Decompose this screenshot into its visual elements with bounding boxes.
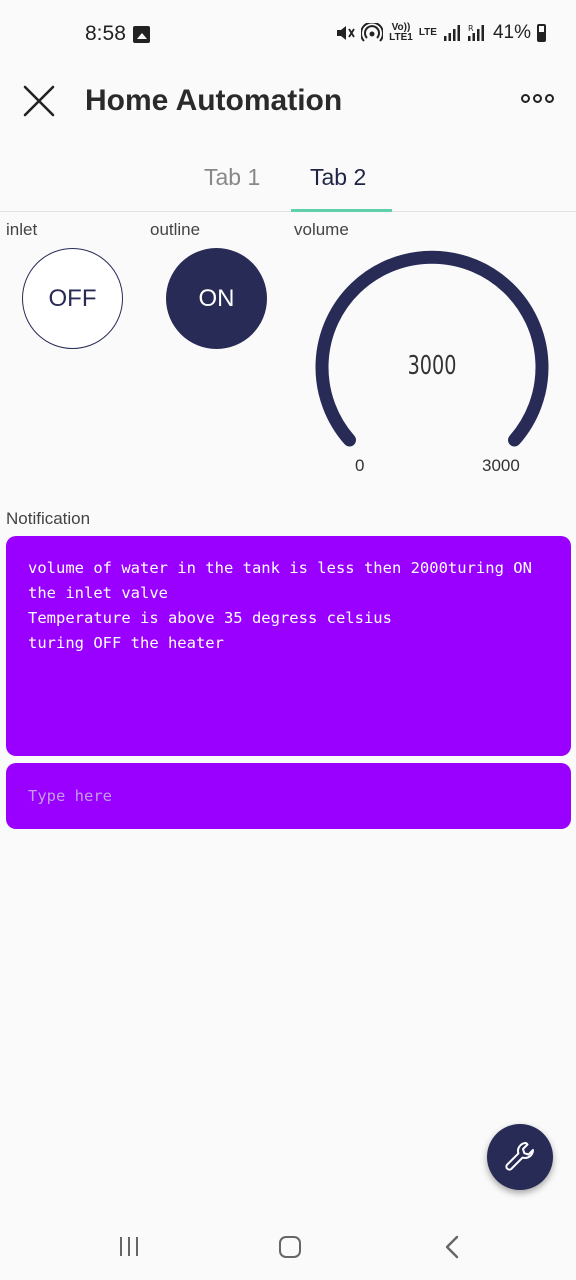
photo-icon (133, 26, 150, 43)
close-icon[interactable] (22, 84, 56, 118)
more-icon[interactable] (521, 94, 554, 103)
tab-1[interactable]: Tab 1 (204, 164, 260, 191)
notification-terminal: volume of water in the tank is less then… (6, 536, 571, 756)
notification-label: Notification (6, 509, 91, 528)
back-icon[interactable] (444, 1235, 460, 1259)
status-bar: 8:58 Vo)) LTE1 LTE R 41% (0, 0, 576, 70)
inlet-toggle-button[interactable]: OFF (22, 248, 123, 349)
terminal-input[interactable] (28, 787, 549, 805)
mute-icon (337, 26, 355, 40)
signal-roaming-icon: R (467, 24, 484, 41)
tab-bar: Tab 1 Tab 2 (0, 150, 576, 212)
recent-apps-icon[interactable] (120, 1237, 138, 1256)
volume-label: volume (294, 220, 349, 239)
status-time: 8:58 (85, 22, 126, 45)
terminal-input-container (6, 763, 571, 829)
signal-icon (443, 25, 460, 41)
gauge-value: 3000 (407, 351, 457, 381)
page-title: Home Automation (85, 84, 343, 117)
volte-label: Vo)) LTE1 (389, 22, 413, 43)
outline-label: outline (150, 220, 201, 239)
settings-fab[interactable] (487, 1124, 553, 1190)
app-header: Home Automation (0, 70, 576, 140)
wrench-icon (505, 1142, 534, 1171)
tab-2[interactable]: Tab 2 (310, 164, 366, 191)
battery-icon (537, 24, 546, 42)
volume-gauge: 3000 0 3000 (310, 245, 560, 485)
system-nav-bar (0, 1212, 576, 1280)
lte-label: LTE (418, 27, 437, 38)
svg-text:R: R (468, 24, 474, 33)
outline-toggle-button[interactable]: ON (166, 248, 267, 349)
active-tab-indicator (291, 209, 392, 212)
battery-percent: 41% (492, 22, 531, 43)
hotspot-icon (361, 23, 384, 42)
status-icons: Vo)) LTE1 LTE R 41% (335, 22, 546, 44)
inlet-label: inlet (6, 220, 38, 239)
gauge-min: 0 (355, 456, 365, 475)
home-icon[interactable] (279, 1236, 301, 1258)
gauge-max: 3000 (482, 456, 520, 475)
